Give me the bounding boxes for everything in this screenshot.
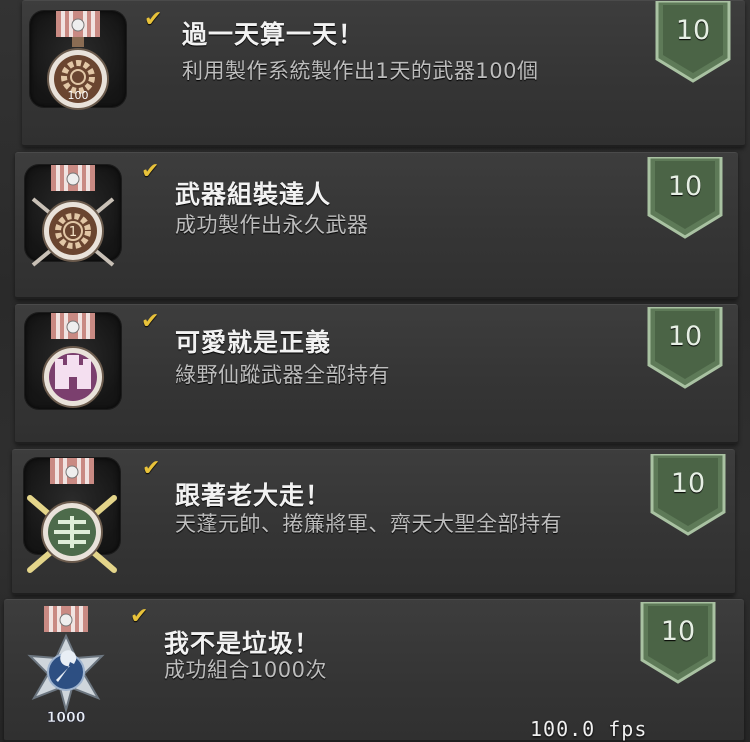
medal-icon-box: 1000 — [18, 606, 114, 726]
reward-value: 10 — [667, 321, 703, 352]
achievement-description: 天蓬元帥、捲簾將軍、齊天大聖全部持有 — [175, 512, 562, 536]
reward-value: 10 — [667, 171, 703, 202]
achievement-title: 可愛就是正義 — [175, 328, 332, 357]
achievement-list: 100 ✔ 過一天算一天！ 利用製作系統製作出1天的武器100個 10 1 ✔ … — [0, 0, 750, 742]
svg-text:100: 100 — [68, 89, 89, 102]
achievement-title: 我不是垃圾！ — [164, 629, 321, 658]
medal-icon-box — [25, 313, 121, 409]
castle-medal-icon — [42, 313, 104, 408]
achievement-title: 過一天算一天！ — [182, 20, 365, 49]
achievement-card[interactable]: 1 ✔ 武器組裝達人 成功製作出永久武器 10 — [15, 152, 738, 299]
reward-badge: 10 — [640, 602, 716, 684]
reward-value: 10 — [670, 468, 706, 499]
achievement-card[interactable]: ✔ 可愛就是正義 綠野仙蹤武器全部持有 10 — [15, 304, 738, 444]
medal-icon-box — [24, 458, 120, 573]
wrench-medal-icon: 1000 — [27, 606, 105, 726]
achievement-description: 綠野仙蹤武器全部持有 — [175, 363, 390, 387]
achievement-card[interactable]: ✔ 跟著老大走！ 天蓬元帥、捲簾將軍、齊天大聖全部持有 10 — [12, 449, 735, 595]
gear-medal-icon: 1 — [31, 165, 115, 267]
reward-badge: 10 — [655, 1, 731, 83]
reward-badge: 10 — [647, 157, 723, 239]
completed-check-icon: ✔ — [130, 604, 149, 629]
svg-text:1000: 1000 — [47, 710, 86, 726]
achievement-description: 成功製作出永久武器 — [175, 213, 369, 237]
medal-icon-box: 1 — [25, 165, 121, 267]
completed-check-icon: ✔ — [142, 456, 161, 481]
completed-check-icon: ✔ — [141, 309, 160, 334]
achievement-title: 跟著老大走！ — [175, 481, 332, 510]
reward-value: 10 — [675, 15, 711, 46]
completed-check-icon: ✔ — [144, 7, 163, 32]
achievement-card[interactable]: 100 ✔ 過一天算一天！ 利用製作系統製作出1天的武器100個 10 — [22, 0, 745, 147]
achievement-description: 利用製作系統製作出1天的武器100個 — [182, 59, 539, 83]
reward-value: 10 — [660, 616, 696, 647]
medal-icon-box: 100 — [30, 11, 126, 110]
reward-badge: 10 — [647, 307, 723, 389]
reward-badge: 10 — [650, 454, 726, 536]
jade-symbol-medal-icon — [27, 458, 117, 573]
achievement-title: 武器組裝達人 — [175, 180, 332, 209]
fps-counter: 100.0 fps — [530, 717, 648, 741]
completed-check-icon: ✔ — [141, 159, 160, 184]
achievement-description: 成功組合1000次 — [164, 658, 327, 682]
gear-medal-icon: 100 — [47, 11, 109, 110]
svg-text:1: 1 — [69, 225, 77, 240]
